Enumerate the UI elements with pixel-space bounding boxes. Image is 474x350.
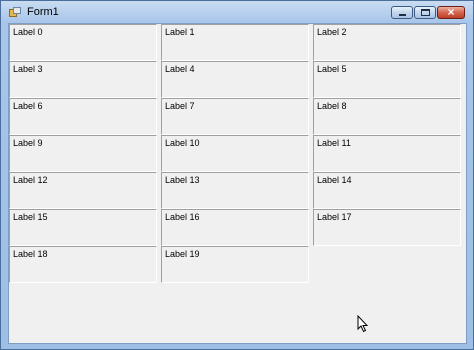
close-button[interactable]: × <box>437 5 465 19</box>
maximize-button[interactable] <box>414 6 436 19</box>
label-16: Label 16 <box>161 209 309 246</box>
label-2: Label 2 <box>313 24 461 61</box>
label-7: Label 7 <box>161 98 309 135</box>
minimize-button[interactable] <box>391 6 413 19</box>
app-icon[interactable] <box>9 6 21 18</box>
caption-buttons: × <box>390 5 465 20</box>
mouse-cursor-icon <box>357 315 369 333</box>
label-9: Label 9 <box>9 135 157 172</box>
label-17: Label 17 <box>313 209 461 246</box>
label-13: Label 13 <box>161 172 309 209</box>
label-6: Label 6 <box>9 98 157 135</box>
label-3: Label 3 <box>9 61 157 98</box>
label-15: Label 15 <box>9 209 157 246</box>
client-area: Label 0 Label 1 Label 2 Label 3 Label 4 … <box>8 23 467 344</box>
label-14: Label 14 <box>313 172 461 209</box>
label-18: Label 18 <box>9 246 157 283</box>
title-bar[interactable]: Form1 × <box>1 1 473 23</box>
label-19: Label 19 <box>161 246 309 283</box>
maximize-icon <box>421 9 430 16</box>
label-11: Label 11 <box>313 135 461 172</box>
label-10: Label 10 <box>161 135 309 172</box>
close-icon: × <box>447 5 455 19</box>
window-title: Form1 <box>27 6 59 18</box>
label-0: Label 0 <box>9 24 157 61</box>
form1-window: Form1 × Label 0 Label 1 Label 2 Label 3 … <box>0 0 474 350</box>
label-12: Label 12 <box>9 172 157 209</box>
label-5: Label 5 <box>313 61 461 98</box>
label-1: Label 1 <box>161 24 309 61</box>
minimize-icon <box>399 14 406 16</box>
label-8: Label 8 <box>313 98 461 135</box>
label-4: Label 4 <box>161 61 309 98</box>
